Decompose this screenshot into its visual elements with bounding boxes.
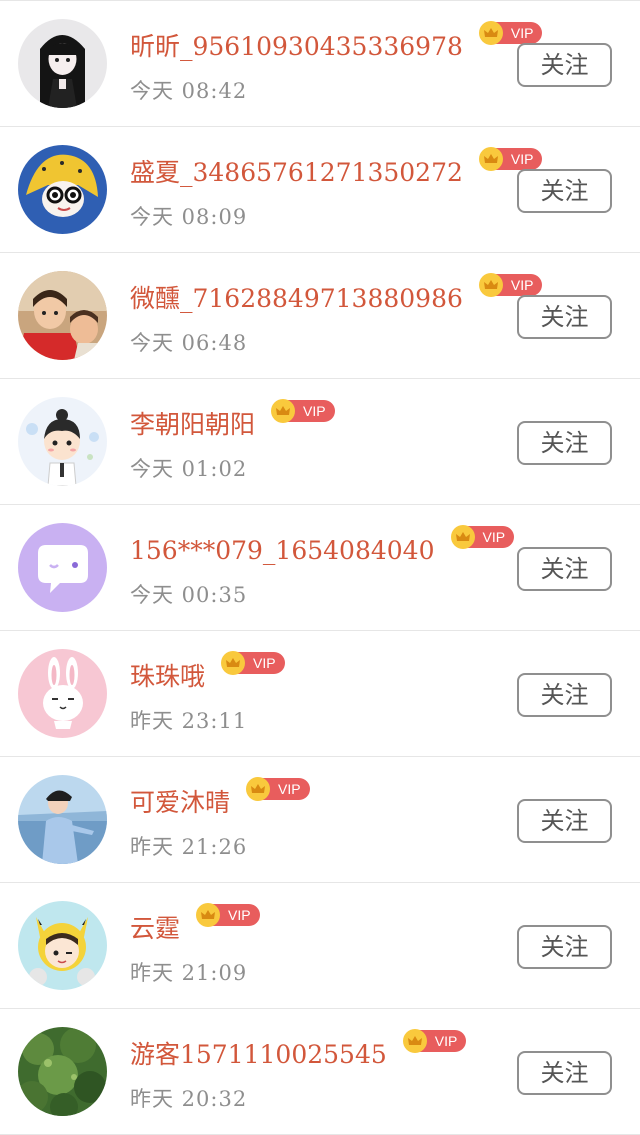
user-name[interactable]: 游客1571110025545 (130, 1035, 387, 1075)
visit-time: 昨天 21:26 (130, 835, 248, 859)
name-line: 156***079_1654084040 VIP (130, 525, 515, 571)
avatar-cartoon-boy-icon[interactable] (18, 397, 107, 486)
vip-badge: VIP (271, 399, 335, 423)
user-name[interactable]: 156***079_1654084040 (130, 531, 435, 571)
name-line: 游客1571110025545 VIP (130, 1029, 467, 1075)
vip-badge: VIP (196, 903, 260, 927)
visit-time: 今天 00:35 (130, 583, 248, 607)
list-item[interactable]: 156***079_1654084040 VIP 今天 00:35 关注 (0, 505, 640, 631)
user-name[interactable]: 云霆 (130, 909, 180, 949)
list-item[interactable]: 云霆 VIP 昨天 21:09 关注 (0, 883, 640, 1009)
user-name[interactable]: 盛夏_34865761271350272 (130, 153, 463, 193)
follow-button[interactable]: 关注 (517, 43, 612, 87)
user-name[interactable]: 昕昕_95610930435336978 (130, 27, 463, 67)
name-line: 微醺_71628849713880986 VIP (130, 273, 543, 319)
crown-icon (478, 147, 503, 171)
name-line: 珠珠哦 VIP (130, 651, 285, 697)
crown-icon (478, 21, 503, 45)
visit-time: 今天 08:09 (130, 205, 248, 229)
follow-button[interactable]: 关注 (517, 295, 612, 339)
user-name[interactable]: 李朝阳朝阳 (130, 405, 255, 445)
vip-badge: VIP (478, 273, 543, 297)
name-line: 云霆 VIP (130, 903, 260, 949)
name-line: 李朝阳朝阳 VIP (130, 399, 335, 445)
list-item[interactable]: 珠珠哦 VIP 昨天 23:11 关注 (0, 631, 640, 757)
visit-time: 昨天 23:11 (130, 709, 248, 733)
visit-time: 昨天 21:09 (130, 961, 248, 985)
visit-time: 今天 01:02 (130, 457, 248, 481)
visit-time: 今天 06:48 (130, 331, 248, 355)
follow-button[interactable]: 关注 (517, 547, 612, 591)
vip-badge: VIP (478, 21, 543, 45)
avatar-white-rabbit-icon[interactable] (18, 649, 107, 738)
avatar-pikachu-hood-boy-icon[interactable] (18, 901, 107, 990)
name-line: 昕昕_95610930435336978 VIP (130, 21, 543, 67)
follow-button[interactable]: 关注 (517, 673, 612, 717)
user-name[interactable]: 可爱沐晴 (130, 783, 230, 823)
crown-icon (221, 651, 246, 675)
follow-button[interactable]: 关注 (517, 799, 612, 843)
list-item[interactable]: 游客1571110025545 VIP 昨天 20:32 关注 (0, 1009, 640, 1135)
vip-badge: VIP (246, 777, 310, 801)
follow-button[interactable]: 关注 (517, 169, 612, 213)
list-item[interactable]: 昕昕_95610930435336978 VIP 今天 08:42 关注 (0, 1, 640, 127)
avatar-green-tree-icon[interactable] (18, 1027, 107, 1116)
list-item[interactable]: 微醺_71628849713880986 VIP 今天 06:48 关注 (0, 253, 640, 379)
crown-icon (402, 1029, 427, 1053)
list-item[interactable]: 李朝阳朝阳 VIP 今天 01:02 关注 (0, 379, 640, 505)
crown-icon (478, 273, 503, 297)
vip-badge: VIP (478, 147, 543, 171)
crown-icon (450, 525, 475, 549)
vip-badge: VIP (450, 525, 515, 549)
avatar-children-photo-icon[interactable] (18, 271, 107, 360)
follow-list: 昕昕_95610930435336978 VIP 今天 08:42 关注 盛夏_3… (0, 0, 640, 1135)
avatar-beach-photo-icon[interactable] (18, 775, 107, 864)
crown-icon (196, 903, 221, 927)
visit-time: 今天 08:42 (130, 79, 248, 103)
user-name[interactable]: 微醺_71628849713880986 (130, 279, 463, 319)
crown-icon (271, 399, 296, 423)
name-line: 可爱沐晴 VIP (130, 777, 310, 823)
crown-icon (246, 777, 271, 801)
visit-time: 昨天 20:32 (130, 1087, 248, 1111)
follow-button[interactable]: 关注 (517, 421, 612, 465)
list-item[interactable]: 盛夏_34865761271350272 VIP 今天 08:09 关注 (0, 127, 640, 253)
vip-badge: VIP (221, 651, 285, 675)
follow-button[interactable]: 关注 (517, 1051, 612, 1095)
avatar-dark-hair-girl-icon[interactable] (18, 19, 107, 108)
avatar-chat-bubble-icon[interactable] (18, 523, 107, 612)
avatar-yellow-headscarf-icon[interactable] (18, 145, 107, 234)
vip-badge: VIP (402, 1029, 467, 1053)
follow-button[interactable]: 关注 (517, 925, 612, 969)
list-item[interactable]: 可爱沐晴 VIP 昨天 21:26 关注 (0, 757, 640, 883)
user-name[interactable]: 珠珠哦 (130, 657, 205, 697)
name-line: 盛夏_34865761271350272 VIP (130, 147, 543, 193)
